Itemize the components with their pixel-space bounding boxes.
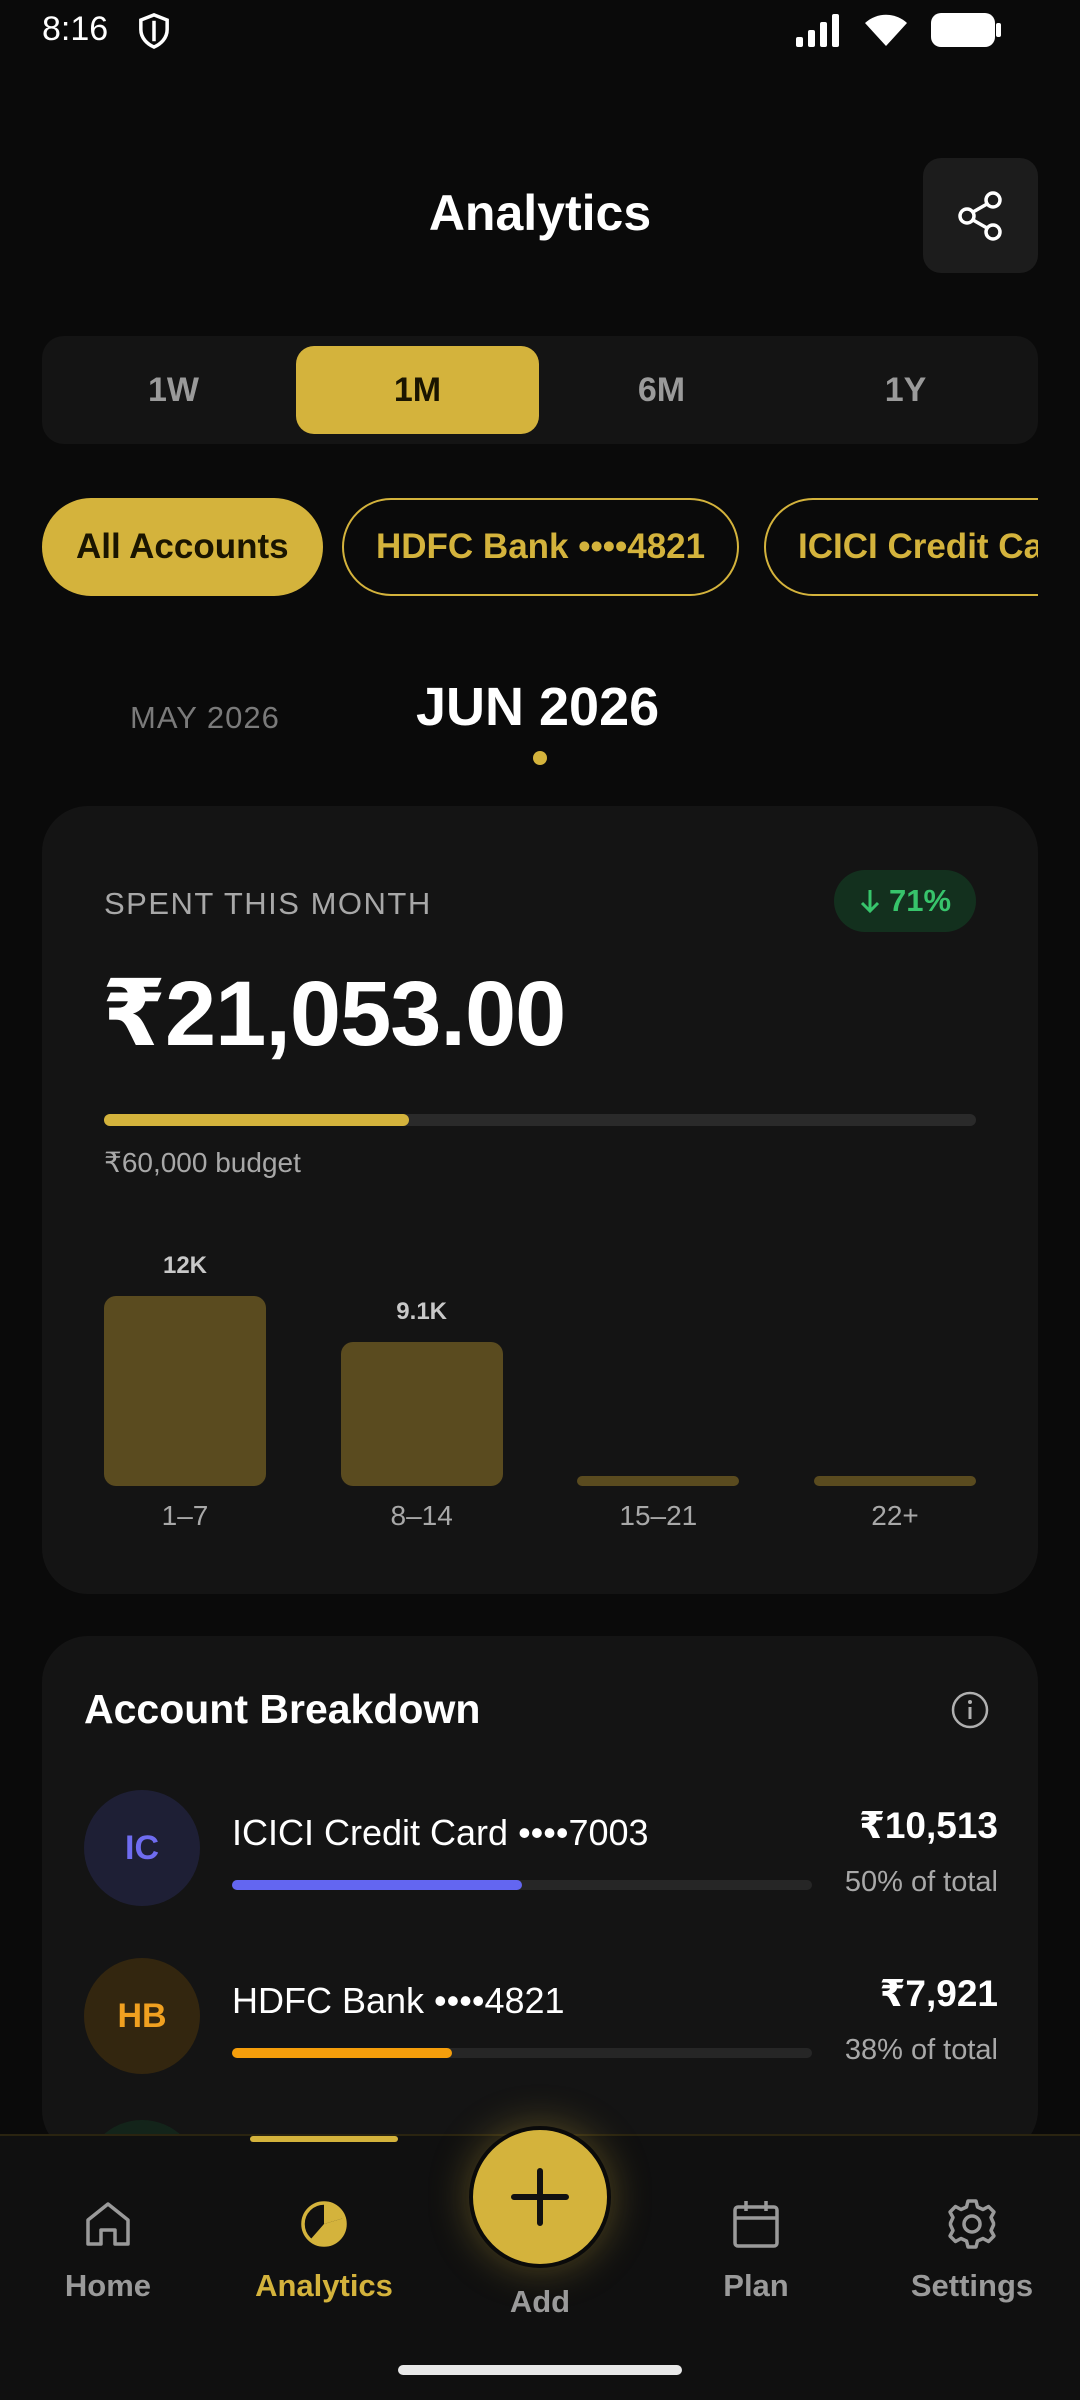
- signal-icon: [796, 14, 839, 47]
- account-share-bar: [232, 2048, 812, 2058]
- avatar: IC: [84, 1790, 200, 1906]
- account-amount: ₹10,513: [859, 1805, 998, 1846]
- tab-1w[interactable]: 1W: [52, 346, 295, 434]
- budget-progress-bar: [104, 1114, 976, 1126]
- account-share-text: 50% of total: [844, 1866, 998, 1898]
- home-icon: [86, 2202, 130, 2246]
- bar-category-label: 15–21: [619, 1500, 698, 1531]
- chip-all-accounts[interactable]: All Accounts: [42, 498, 323, 596]
- chip-hdfc-bank[interactable]: HDFC Bank ••••4821: [342, 498, 740, 596]
- avatar: HB: [84, 1958, 200, 2074]
- time-range-tabs: 1W 1M 6M 1Y: [42, 336, 1038, 444]
- current-month-indicator: [533, 751, 547, 765]
- current-month: JUN 2026: [416, 677, 660, 737]
- weekly-spend-chart: 12K 1–7 9.1K 8–14 15–21 22+: [104, 1236, 976, 1546]
- account-share-text: 38% of total: [844, 2034, 998, 2066]
- spent-label: SPENT THIS MONTH: [104, 886, 432, 921]
- status-indicators: [796, 12, 1002, 48]
- change-percent: 71%: [888, 883, 952, 918]
- bar-category-label: 8–14: [390, 1500, 453, 1531]
- account-share-fill: [232, 1880, 522, 1890]
- account-name: ICICI Credit Card ••••7003: [232, 1812, 649, 1853]
- status-time: 8:16: [42, 10, 109, 48]
- info-icon[interactable]: [950, 1690, 990, 1730]
- page-title: Analytics: [428, 185, 652, 241]
- tab-6m[interactable]: 6M: [540, 346, 783, 434]
- account-name: HDFC Bank ••••4821: [232, 1980, 565, 2021]
- plus-icon: [511, 2168, 569, 2226]
- nav-analytics[interactable]: Analytics: [224, 2196, 424, 2304]
- breakdown-title: Account Breakdown: [84, 1686, 481, 1732]
- bar[interactable]: [577, 1476, 740, 1486]
- nav-label: Settings: [910, 2268, 1034, 2303]
- budget-text: ₹60,000 budget: [104, 1147, 301, 1178]
- bar-column: 12K 1–7: [104, 1236, 266, 1546]
- bar-column: 9.1K 8–14: [340, 1236, 503, 1546]
- bar-column: 22+: [814, 1236, 976, 1546]
- nav-label: Home: [64, 2268, 152, 2303]
- home-indicator[interactable]: [398, 2365, 682, 2375]
- nav-home[interactable]: Home: [8, 2196, 208, 2304]
- nav-label: Analytics: [255, 2268, 393, 2303]
- tab-1m[interactable]: 1M: [296, 346, 539, 434]
- add-button[interactable]: [469, 2126, 611, 2268]
- bar[interactable]: [104, 1296, 266, 1486]
- change-badge: 71%: [834, 870, 976, 932]
- pie-chart-icon: [301, 2201, 347, 2247]
- spent-amount: ₹21,053.00: [102, 963, 566, 1065]
- account-row-hdfc[interactable]: HB HDFC Bank ••••4821 ₹7,921 38% of tota…: [84, 1958, 998, 2078]
- status-bar: 8:16: [0, 0, 1080, 64]
- tab-1y[interactable]: 1Y: [784, 346, 1027, 434]
- battery-icon: [931, 13, 1001, 47]
- chip-icici-credit-card[interactable]: ICICI Credit Card ••••7003: [764, 498, 1038, 596]
- calendar-icon: [733, 2201, 779, 2248]
- share-icon: [957, 190, 1002, 241]
- account-share-fill: [232, 2048, 453, 2058]
- account-share-bar: [232, 1880, 812, 1890]
- active-tab-indicator: [250, 2136, 398, 2142]
- bar-category-label: 22+: [871, 1500, 919, 1531]
- gear-icon: [948, 2199, 996, 2249]
- account-filter-chips: All Accounts HDFC Bank ••••4821 ICICI Cr…: [42, 498, 1038, 598]
- shield-icon: [139, 13, 169, 49]
- account-breakdown-card: Account Breakdown IC ICICI Credit Card •…: [42, 1636, 1038, 2156]
- arrow-down-icon: [860, 890, 880, 914]
- bar-value-label: 9.1K: [396, 1297, 447, 1325]
- wifi-icon: [865, 14, 907, 46]
- account-row-icici[interactable]: IC ICICI Credit Card ••••7003 ₹10,513 50…: [84, 1790, 998, 1910]
- bar-column: 15–21: [577, 1236, 740, 1546]
- bar[interactable]: [340, 1341, 503, 1486]
- bar-value-label: 12K: [162, 1252, 208, 1279]
- nav-label: Plan: [723, 2268, 789, 2303]
- share-button[interactable]: [923, 158, 1038, 273]
- previous-month[interactable]: MAY 2026: [130, 700, 280, 736]
- budget-progress-fill: [104, 1114, 410, 1126]
- bar[interactable]: [814, 1476, 976, 1486]
- account-amount: ₹7,921: [879, 1973, 998, 2014]
- spend-summary-card: SPENT THIS MONTH 71% ₹21,053.00 ₹60,000 …: [42, 806, 1038, 1594]
- nav-settings[interactable]: Settings: [872, 2196, 1072, 2304]
- add-label: Add: [509, 2284, 571, 2319]
- bar-category-label: 1–7: [161, 1500, 209, 1531]
- nav-plan[interactable]: Plan: [656, 2196, 856, 2304]
